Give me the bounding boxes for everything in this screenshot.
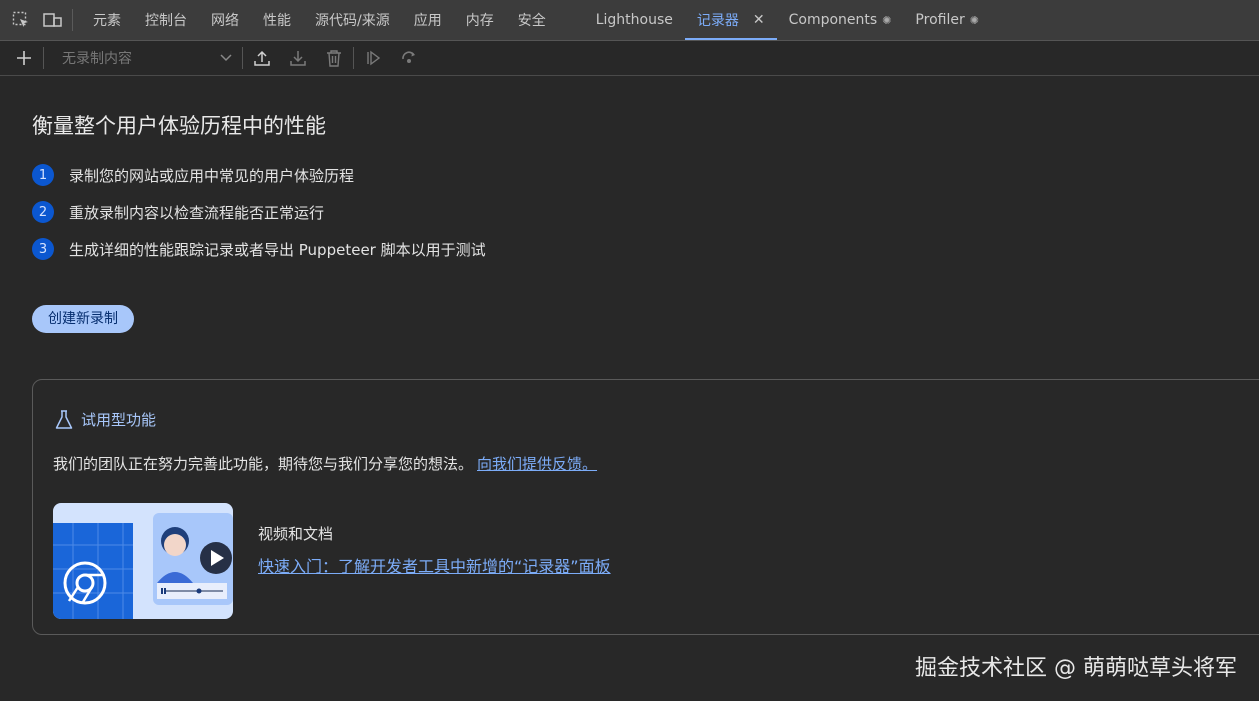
feedback-link[interactable]: 向我们提供反馈。	[477, 455, 597, 473]
toolbar-divider	[242, 47, 243, 69]
replay-icon[interactable]	[358, 43, 388, 73]
create-recording-button[interactable]: 创建新录制	[32, 305, 134, 333]
tab-label: 应用	[413, 13, 442, 29]
tab-application[interactable]: 应用	[402, 0, 454, 40]
tab-label: 网络	[211, 13, 239, 29]
download-icon[interactable]	[283, 43, 313, 73]
tab-sources[interactable]: 源代码/来源	[303, 0, 402, 40]
tab-components[interactable]: Components ✺	[777, 0, 904, 40]
tab-performance[interactable]: 性能	[251, 0, 303, 40]
tab-label: 元素	[93, 13, 121, 29]
video-info: 视频和文档 快速入门：了解开发者工具中新增的“记录器”面板	[258, 523, 611, 577]
tab-network[interactable]: 网络	[199, 0, 251, 40]
tab-label: 性能	[263, 13, 291, 29]
list-item: 3 生成详细的性能跟踪记录或者导出 Puppeteer 脚本以用于测试	[32, 238, 1259, 260]
experimental-panel: 试用型功能 我们的团队正在努力完善此功能，期待您与我们分享您的想法。 向我们提供反…	[32, 379, 1259, 635]
toolbar-divider	[43, 47, 44, 69]
list-item: 2 重放录制内容以检查流程能否正常运行	[32, 201, 1259, 223]
recording-select[interactable]: 无录制内容	[48, 45, 238, 71]
tab-memory[interactable]: 内存	[454, 0, 506, 40]
upload-icon[interactable]	[247, 43, 277, 73]
tab-label: 源代码/来源	[315, 13, 390, 29]
devtools-tabbar: 元素 控制台 网络 性能 源代码/来源 应用 内存 安全 Lighthouse …	[0, 0, 1259, 41]
video-label: 视频和文档	[258, 525, 334, 543]
tab-label: 记录器	[696, 13, 739, 29]
gear-icon: ✺	[882, 13, 892, 27]
page-title: 衡量整个用户体验历程中的性能	[32, 114, 326, 138]
step-text: 录制您的网站或应用中常见的用户体验历程	[69, 166, 355, 185]
experimental-description-text: 我们的团队正在努力完善此功能，期待您与我们分享您的想法。	[53, 455, 474, 473]
recorder-landing: 衡量整个用户体验历程中的性能 1 录制您的网站或应用中常见的用户体验历程 2 重…	[32, 110, 1259, 333]
flask-icon	[55, 409, 73, 429]
replay-settings-icon[interactable]	[394, 43, 424, 73]
list-item: 1 录制您的网站或应用中常见的用户体验历程	[32, 164, 1259, 186]
experimental-title-label: 试用型功能	[81, 411, 157, 429]
gear-icon: ✺	[969, 13, 979, 27]
video-link[interactable]: 快速入门：了解开发者工具中新增的“记录器”面板	[258, 553, 611, 577]
tab-label: Components	[788, 12, 878, 28]
tab-label: 内存	[465, 13, 494, 29]
tab-console[interactable]: 控制台	[133, 0, 199, 40]
recorder-toolbar: 无录制内容	[0, 41, 1259, 76]
tab-lighthouse[interactable]: Lighthouse	[584, 0, 685, 40]
tabbar-divider	[72, 9, 73, 31]
step-number: 3	[32, 238, 54, 260]
tab-security[interactable]: 安全	[506, 0, 558, 40]
video-thumbnail[interactable]	[53, 503, 233, 619]
tab-label: Profiler	[915, 12, 965, 28]
tab-label: 控制台	[145, 13, 187, 29]
play-icon[interactable]	[200, 542, 232, 574]
step-number: 2	[32, 201, 54, 223]
tab-profiler[interactable]: Profiler ✺	[903, 0, 991, 40]
tab-elements[interactable]: 元素	[81, 0, 133, 40]
trash-icon[interactable]	[319, 43, 349, 73]
step-number: 1	[32, 164, 54, 186]
step-text: 重放录制内容以检查流程能否正常运行	[69, 203, 325, 222]
recording-select-value: 无录制内容	[62, 51, 132, 67]
tab-recorder[interactable]: 记录器 ✕	[684, 0, 777, 40]
device-toolbar-icon[interactable]	[42, 9, 64, 31]
tab-label: 安全	[517, 13, 546, 29]
experimental-description: 我们的团队正在努力完善此功能，期待您与我们分享您的想法。 向我们提供反馈。	[53, 453, 597, 474]
steps-list: 1 录制您的网站或应用中常见的用户体验历程 2 重放录制内容以检查流程能否正常运…	[32, 164, 1259, 260]
chevron-down-icon	[220, 50, 232, 66]
tab-label: Lighthouse	[595, 12, 673, 28]
experimental-title: 试用型功能	[55, 409, 156, 430]
plus-icon[interactable]	[9, 43, 39, 73]
watermark: 掘金技术社区 @ 萌萌哒草头将军	[915, 656, 1237, 681]
toolbar-divider	[353, 47, 354, 69]
inspect-element-icon[interactable]	[10, 9, 32, 31]
close-icon[interactable]: ✕	[753, 12, 765, 28]
step-text: 生成详细的性能跟踪记录或者导出 Puppeteer 脚本以用于测试	[69, 240, 486, 259]
